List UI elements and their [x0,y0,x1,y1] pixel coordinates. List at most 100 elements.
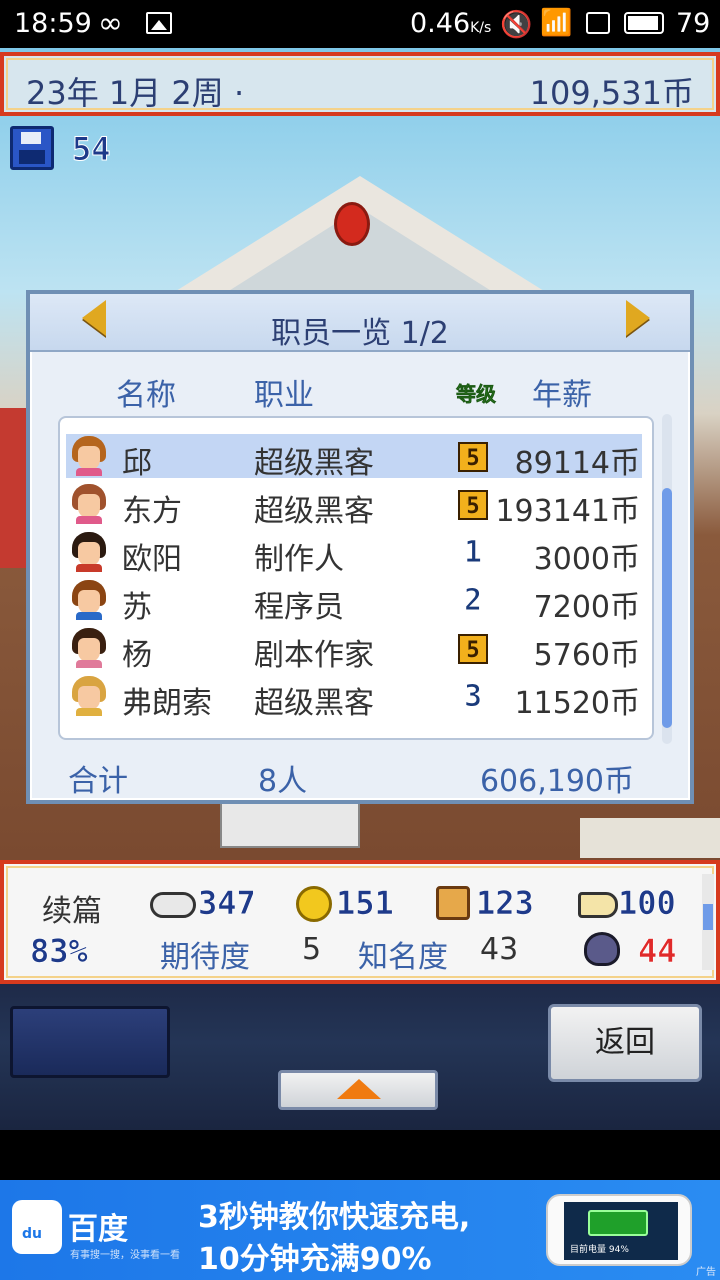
battery-image-icon [588,1210,648,1236]
avatar-body [76,468,102,476]
stats-scrollbar[interactable] [702,874,714,970]
dialog-title-bar: 职员一览 1/2 [30,294,690,351]
network-speed-unit: K/s [470,20,492,36]
sequel-label: 续篇 [42,894,102,929]
lantern-icon [334,202,370,246]
header-salary: 年薪 [532,378,592,413]
staff-level-badge: 5 [458,634,488,664]
bug-count: 44 [638,932,677,971]
coin-icon [296,886,332,922]
game-stats-bar: 续篇 347 151 123 100 83% 期待度 5 知名度 43 44 [0,860,720,984]
network-speed-value: 0.46 [410,8,471,39]
progress-percent: 83% [30,932,88,971]
staff-name: 邱 [122,446,152,481]
status-bar: 18:59 ∞ 0.46K/s 🔇 📶 79 [0,0,720,48]
blank-button[interactable] [10,1006,170,1078]
up-arrow-icon [337,1079,381,1099]
staff-level-badge: 5 [458,442,488,472]
control-panel: 返回 [0,984,720,1130]
total-label: 合计 [68,764,128,799]
expectation-label: 期待度 [160,940,250,975]
status-time: 18:59 [14,8,92,39]
ad-subheadline: 10分钟充满90% [198,1242,432,1277]
staff-row[interactable]: 东方 超级黑客 5 193141币 [66,482,642,529]
avatar [70,532,108,572]
list-scrollbar[interactable] [662,414,672,744]
staff-name: 苏 [122,590,152,625]
staff-job: 程序员 [254,590,344,625]
avatar-body [76,708,102,716]
total-count: 8人 [258,764,308,799]
avatar-body [76,612,102,620]
ad-slogan: 有事搜一搜，没事看一看 [70,1250,180,1261]
sim-icon [586,12,610,34]
trumpet-icon [578,892,618,918]
gamepad-icon [150,892,196,918]
wall-graphic [0,408,26,568]
baidu-logo-icon [12,1200,62,1254]
battery-icon [624,12,664,34]
staff-salary: 11520币 [514,686,640,721]
staff-level-badge: 2 [463,583,483,618]
avatar-body [76,516,102,524]
back-button[interactable]: 返回 [548,1004,702,1082]
graphics-value: 123 [476,884,534,923]
fame-label: 知名度 [358,940,448,975]
avatar-face [78,638,100,662]
staff-job: 超级黑客 [254,686,374,721]
mute-icon: 🔇 [500,10,533,40]
header-level: 等级 [456,382,497,407]
phone-image: 目前电量 94% [546,1194,692,1266]
avatar-body [76,564,102,572]
avatar [70,580,108,620]
staff-salary: 193141币 [495,494,640,529]
dialog-title: 职员一览 1/2 [271,316,449,351]
avatar [70,628,108,668]
infinity-icon: ∞ [98,6,123,41]
staff-name: 东方 [122,494,182,529]
avatar-face [78,590,100,614]
floppy-disk-icon[interactable] [10,126,54,170]
palette-icon [436,886,470,920]
avatar-body [76,660,102,668]
staff-row[interactable]: 苏 程序员 2 7200币 [66,578,642,625]
staff-row[interactable]: 弗朗索 超级黑客 3 11520币 [66,674,642,721]
image-icon [146,12,172,34]
sound-value: 100 [618,884,676,923]
fun-value: 347 [198,884,256,923]
scroll-thumb[interactable] [662,488,672,728]
up-button[interactable] [278,1070,438,1110]
avatar-face [78,542,100,566]
bug-icon [584,932,620,966]
avatar-face [78,686,100,710]
staff-list-dialog: 职员一览 1/2 名称 职业 等级 年薪 邱超级黑客 5 89114币 东方 超级黑客 5… [26,290,694,804]
header-name: 名称 [116,378,176,413]
expectation-value: 5 [302,932,322,967]
network-speed: 0.46K/s [410,8,491,39]
staff-job: 超级黑客 [254,494,374,529]
staff-name: 欧阳 [122,542,182,577]
staff-name: 杨 [122,638,152,673]
ad-headline: 3秒钟教你快速充电, [198,1200,471,1235]
staff-row[interactable]: 邱 超级黑客 5 89114币 [66,434,642,481]
divider [30,350,690,352]
desk-graphic [220,798,360,848]
save-count: 54 [72,130,112,169]
ad-banner[interactable]: 百度 有事搜一搜，没事看一看 3秒钟教你快速充电, 10分钟充满90% 目前电量… [0,1180,720,1280]
staff-row[interactable]: 欧阳 制作人 1 3000币 [66,530,642,577]
avatar [70,436,108,476]
ad-tag: 广告 [696,1267,716,1278]
battery-level: 79 [676,8,711,39]
staff-row[interactable]: 杨 剧本作家 5 5760币 [66,626,642,673]
phone-screen: 目前电量 94% [564,1202,678,1260]
header-job: 职业 [254,378,314,413]
total-salary: 606,190币 [479,764,634,799]
wifi-icon: 📶 [540,8,573,38]
avatar-face [78,494,100,518]
staff-name: 弗朗索 [122,686,212,721]
staff-salary: 89114币 [514,446,640,481]
fame-value: 43 [480,932,519,967]
phone-battery-text: 目前电量 94% [570,1245,629,1255]
money-total: 109,531币 [529,74,694,112]
next-page-arrow-icon[interactable] [626,300,650,336]
